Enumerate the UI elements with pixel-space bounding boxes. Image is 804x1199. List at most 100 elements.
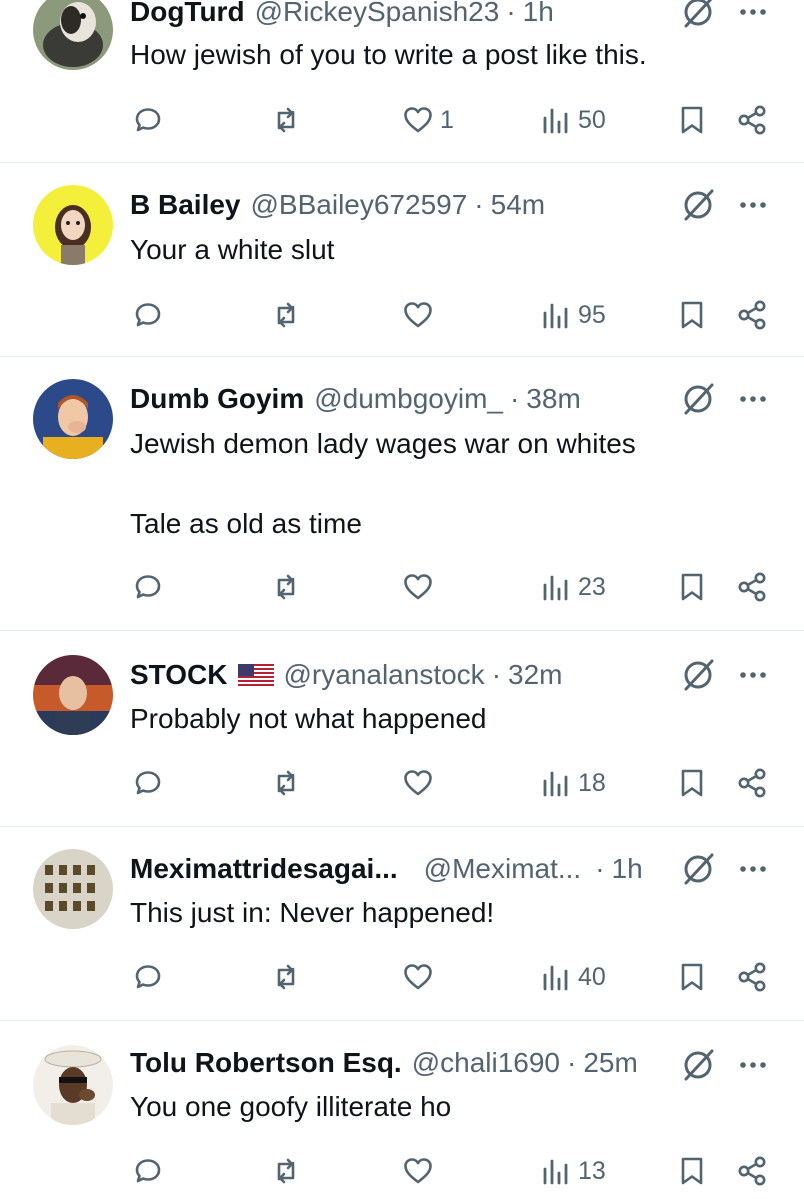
- share-button[interactable]: [736, 299, 768, 331]
- grok-icon[interactable]: [680, 381, 716, 417]
- share-button[interactable]: [736, 767, 768, 799]
- reply-bubble-icon: [135, 303, 161, 327]
- views-button[interactable]: 13: [540, 1155, 606, 1187]
- views-bar-icon: [543, 303, 568, 329]
- display-name[interactable]: STOCK: [130, 659, 228, 691]
- repost-button[interactable]: [270, 767, 302, 799]
- heart-icon: [404, 964, 432, 990]
- reply-bubble-icon: [135, 1159, 161, 1183]
- display-name[interactable]: DogTurd: [130, 0, 245, 28]
- repost-button[interactable]: [270, 571, 302, 603]
- more-dots-icon[interactable]: [738, 190, 768, 220]
- repost-icon: [277, 964, 295, 990]
- views-button[interactable]: 50: [540, 104, 606, 136]
- grok-icon[interactable]: [680, 0, 716, 30]
- display-name[interactable]: Meximattridesagai...: [130, 853, 398, 885]
- heart-icon: [404, 1158, 432, 1184]
- timestamp[interactable]: 54m: [491, 189, 545, 221]
- more-dots-icon[interactable]: [738, 660, 768, 690]
- share-button[interactable]: [736, 961, 768, 993]
- reply-bubble-icon: [135, 965, 161, 989]
- views-count: 23: [578, 572, 606, 601]
- display-name[interactable]: B Bailey: [130, 189, 241, 221]
- like-button[interactable]: [402, 299, 434, 331]
- reply-button[interactable]: [132, 961, 164, 993]
- post-text: How jewish of you to write a post like t…: [130, 39, 647, 70]
- bookmark-button[interactable]: [676, 571, 708, 603]
- bookmark-button[interactable]: [676, 104, 708, 136]
- reply-bubble-icon: [135, 771, 161, 795]
- share-button[interactable]: [736, 571, 768, 603]
- bookmark-button[interactable]: [676, 961, 708, 993]
- avatar[interactable]: [33, 655, 113, 735]
- share-button[interactable]: [736, 104, 768, 136]
- timestamp[interactable]: 1h: [523, 0, 554, 28]
- bookmark-button[interactable]: [676, 299, 708, 331]
- views-button[interactable]: 95: [540, 299, 606, 331]
- grok-icon[interactable]: [680, 187, 716, 223]
- bookmark-button[interactable]: [676, 1155, 708, 1187]
- views-button[interactable]: 40: [540, 961, 606, 993]
- post-header: Meximattridesagai... @Meximat... · 1h: [130, 849, 643, 889]
- grok-icon[interactable]: [680, 657, 716, 693]
- share-icon: [738, 572, 766, 602]
- repost-button[interactable]: [270, 961, 302, 993]
- timestamp[interactable]: 25m: [583, 1047, 637, 1079]
- user-handle[interactable]: @RickeySpanish23: [255, 0, 500, 28]
- like-button[interactable]: 1: [402, 104, 454, 136]
- post-header: DogTurd @RickeySpanish23 · 1h: [130, 0, 554, 32]
- timestamp[interactable]: 32m: [508, 659, 562, 691]
- like-button[interactable]: [402, 961, 434, 993]
- repost-button[interactable]: [270, 299, 302, 331]
- timestamp[interactable]: 1h: [612, 853, 643, 885]
- like-button[interactable]: [402, 767, 434, 799]
- timestamp[interactable]: 38m: [526, 383, 580, 415]
- grok-icon[interactable]: [680, 1047, 716, 1083]
- user-handle[interactable]: @Meximat...: [424, 853, 582, 885]
- display-name[interactable]: Dumb Goyim: [130, 383, 304, 415]
- share-icon: [738, 768, 766, 798]
- bookmark-icon: [681, 963, 703, 991]
- user-handle[interactable]: @ryanalanstock: [284, 659, 485, 691]
- more-dots-icon[interactable]: [738, 854, 768, 884]
- bookmark-button[interactable]: [676, 767, 708, 799]
- repost-button[interactable]: [270, 104, 302, 136]
- user-handle[interactable]: @chali1690: [412, 1047, 560, 1079]
- like-button[interactable]: [402, 571, 434, 603]
- reply-button[interactable]: [132, 767, 164, 799]
- bookmark-icon: [681, 769, 703, 797]
- avatar[interactable]: [33, 379, 113, 459]
- reply-button[interactable]: [132, 1155, 164, 1187]
- post-header: Tolu Robertson Esq. @chali1690 · 25m: [130, 1043, 638, 1083]
- share-icon: [738, 962, 766, 992]
- user-handle[interactable]: @BBailey672597: [251, 189, 468, 221]
- bookmark-icon: [681, 301, 703, 329]
- grok-icon[interactable]: [680, 851, 716, 887]
- more-dots-icon[interactable]: [738, 384, 768, 414]
- views-bar-icon: [543, 965, 568, 991]
- more-dots-icon[interactable]: [738, 1050, 768, 1080]
- separator-dot: ·: [595, 853, 605, 884]
- us-flag-icon: [237, 663, 274, 688]
- post-text-line-2: Tale as old as time: [130, 508, 362, 539]
- avatar[interactable]: [33, 849, 113, 929]
- avatar[interactable]: [33, 0, 113, 70]
- heart-icon: [404, 107, 432, 133]
- avatar[interactable]: [33, 185, 113, 265]
- views-button[interactable]: 18: [540, 767, 606, 799]
- post-text: Your a white slut: [130, 234, 335, 265]
- share-button[interactable]: [736, 1155, 768, 1187]
- reply-bubble-icon: [135, 108, 161, 132]
- user-handle[interactable]: @dumbgoyim_: [314, 383, 503, 415]
- repost-icon: [277, 107, 295, 133]
- reply-button[interactable]: [132, 299, 164, 331]
- views-button[interactable]: 23: [540, 571, 606, 603]
- repost-icon: [277, 574, 295, 600]
- avatar[interactable]: [33, 1045, 113, 1125]
- reply-button[interactable]: [132, 571, 164, 603]
- like-button[interactable]: [402, 1155, 434, 1187]
- more-dots-icon[interactable]: [738, 0, 768, 27]
- display-name[interactable]: Tolu Robertson Esq.: [130, 1047, 402, 1079]
- repost-button[interactable]: [270, 1155, 302, 1187]
- reply-button[interactable]: [132, 104, 164, 136]
